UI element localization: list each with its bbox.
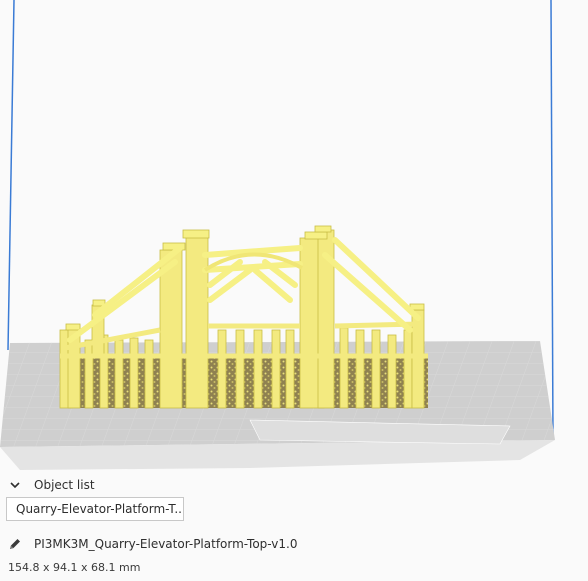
pencil-icon[interactable] <box>8 537 22 551</box>
file-name-row: PI3MK3M_Quarry-Elevator-Platform-Top-v1.… <box>8 536 297 552</box>
model-dimensions: 154.8 x 94.1 x 68.1 mm <box>8 561 141 574</box>
object-list-item[interactable]: Quarry-Elevator-Platform-T... <box>6 497 184 521</box>
object-list-label: Object list <box>34 478 95 492</box>
3d-model[interactable] <box>59 225 428 409</box>
chevron-down-icon <box>10 482 20 489</box>
file-name: PI3MK3M_Quarry-Elevator-Platform-Top-v1.… <box>34 537 298 551</box>
object-panel: Object list Quarry-Elevator-Platform-T..… <box>0 470 588 581</box>
3d-viewport[interactable] <box>0 0 588 470</box>
object-list-toggle[interactable]: Object list <box>8 476 95 494</box>
